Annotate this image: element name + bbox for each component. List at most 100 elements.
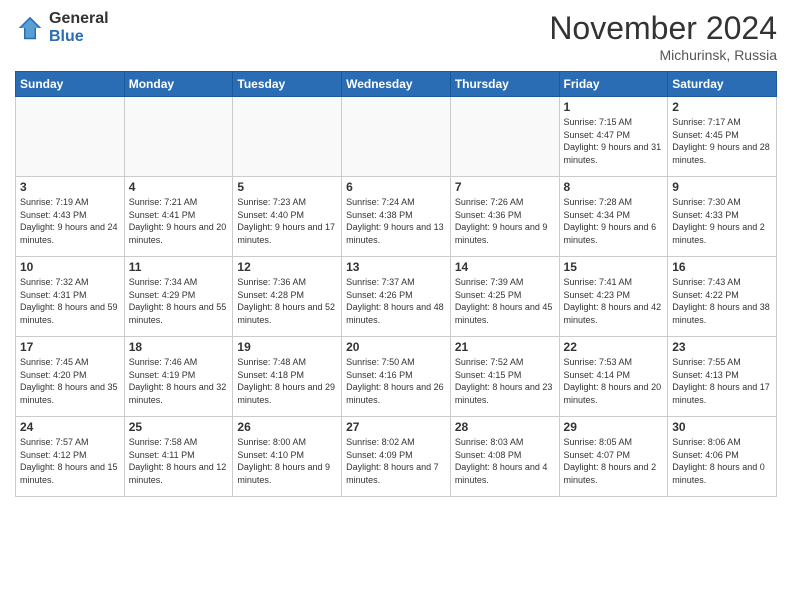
logo-blue: Blue: [49, 28, 109, 46]
header: General Blue November 2024 Michurinsk, R…: [15, 10, 777, 63]
calendar-cell: 8Sunrise: 7:28 AMSunset: 4:34 PMDaylight…: [559, 177, 668, 257]
calendar-cell: 28 Sunrise: 8:03 AMSunset: 4:08 PMDayligh…: [450, 417, 559, 497]
day-number: 23: [672, 340, 772, 354]
calendar-cell: 10Sunrise: 7:32 AMSunset: 4:31 PMDayligh…: [16, 257, 125, 337]
page: General Blue November 2024 Michurinsk, R…: [0, 0, 792, 612]
day-info: Sunrise: 7:39 AMSunset: 4:25 PMDaylight:…: [455, 276, 555, 326]
day-number: 20: [346, 340, 446, 354]
day-number: 10: [20, 260, 120, 274]
calendar-cell: 16 Sunrise: 7:43 AMSunset: 4:22 PMDayligh…: [668, 257, 777, 337]
calendar-cell: 12Sunrise: 7:36 AMSunset: 4:28 PMDayligh…: [233, 257, 342, 337]
calendar-week-row: 10Sunrise: 7:32 AMSunset: 4:31 PMDayligh…: [16, 257, 777, 337]
day-info: Sunrise: 7:43 AMSunset: 4:22 PMDaylight:…: [672, 276, 772, 326]
calendar-cell: 1 Sunrise: 7:15 AMSunset: 4:47 PMDaylight…: [559, 97, 668, 177]
day-info: Sunrise: 7:53 AMSunset: 4:14 PMDaylight:…: [564, 356, 664, 406]
calendar-cell: 25 Sunrise: 7:58 AMSunset: 4:11 PMDayligh…: [124, 417, 233, 497]
calendar-week-row: 1 Sunrise: 7:15 AMSunset: 4:47 PMDaylight…: [16, 97, 777, 177]
calendar-cell: 6 Sunrise: 7:24 AMSunset: 4:38 PMDaylight…: [342, 177, 451, 257]
day-number: 19: [237, 340, 337, 354]
day-info: Sunrise: 7:15 AMSunset: 4:47 PMDaylight:…: [564, 116, 664, 166]
day-number: 4: [129, 180, 229, 194]
calendar-cell: 11 Sunrise: 7:34 AMSunset: 4:29 PMDayligh…: [124, 257, 233, 337]
weekday-header: Monday: [124, 72, 233, 97]
weekday-header: Thursday: [450, 72, 559, 97]
day-number: 18: [129, 340, 229, 354]
day-number: 15: [564, 260, 664, 274]
calendar-cell: 7 Sunrise: 7:26 AMSunset: 4:36 PMDaylight…: [450, 177, 559, 257]
calendar-cell: [450, 97, 559, 177]
day-number: 16: [672, 260, 772, 274]
calendar-cell: 4 Sunrise: 7:21 AMSunset: 4:41 PMDaylight…: [124, 177, 233, 257]
day-info: Sunrise: 7:34 AMSunset: 4:29 PMDaylight:…: [129, 276, 229, 326]
day-info: Sunrise: 7:46 AMSunset: 4:19 PMDaylight:…: [129, 356, 229, 406]
weekday-header: Sunday: [16, 72, 125, 97]
day-number: 29: [564, 420, 664, 434]
calendar-cell: 29Sunrise: 8:05 AMSunset: 4:07 PMDayligh…: [559, 417, 668, 497]
day-number: 26: [237, 420, 337, 434]
calendar-week-row: 17 Sunrise: 7:45 AMSunset: 4:20 PMDayligh…: [16, 337, 777, 417]
day-number: 30: [672, 420, 772, 434]
day-number: 2: [672, 100, 772, 114]
day-info: Sunrise: 7:30 AMSunset: 4:33 PMDaylight:…: [672, 196, 772, 246]
day-info: Sunrise: 7:24 AMSunset: 4:38 PMDaylight:…: [346, 196, 446, 246]
location: Michurinsk, Russia: [549, 47, 777, 63]
day-info: Sunrise: 8:00 AMSunset: 4:10 PMDaylight:…: [237, 436, 337, 486]
day-number: 3: [20, 180, 120, 194]
day-number: 22: [564, 340, 664, 354]
calendar-cell: 19Sunrise: 7:48 AMSunset: 4:18 PMDayligh…: [233, 337, 342, 417]
day-info: Sunrise: 7:52 AMSunset: 4:15 PMDaylight:…: [455, 356, 555, 406]
day-number: 13: [346, 260, 446, 274]
day-info: Sunrise: 8:03 AMSunset: 4:08 PMDaylight:…: [455, 436, 555, 486]
calendar-cell: 21 Sunrise: 7:52 AMSunset: 4:15 PMDayligh…: [450, 337, 559, 417]
calendar-cell: 30 Sunrise: 8:06 AMSunset: 4:06 PMDayligh…: [668, 417, 777, 497]
day-info: Sunrise: 7:21 AMSunset: 4:41 PMDaylight:…: [129, 196, 229, 246]
calendar: SundayMondayTuesdayWednesdayThursdayFrid…: [15, 71, 777, 497]
calendar-cell: 9Sunrise: 7:30 AMSunset: 4:33 PMDaylight…: [668, 177, 777, 257]
calendar-cell: 14Sunrise: 7:39 AMSunset: 4:25 PMDayligh…: [450, 257, 559, 337]
logo-icon: [15, 13, 45, 43]
calendar-cell: 24Sunrise: 7:57 AMSunset: 4:12 PMDayligh…: [16, 417, 125, 497]
weekday-header: Wednesday: [342, 72, 451, 97]
calendar-cell: [233, 97, 342, 177]
weekday-header: Saturday: [668, 72, 777, 97]
day-info: Sunrise: 7:41 AMSunset: 4:23 PMDaylight:…: [564, 276, 664, 326]
day-number: 8: [564, 180, 664, 194]
calendar-cell: [16, 97, 125, 177]
day-info: Sunrise: 7:37 AMSunset: 4:26 PMDaylight:…: [346, 276, 446, 326]
logo-general: General: [49, 10, 109, 28]
calendar-cell: 3 Sunrise: 7:19 AMSunset: 4:43 PMDaylight…: [16, 177, 125, 257]
title-section: November 2024 Michurinsk, Russia: [549, 10, 777, 63]
calendar-cell: 23 Sunrise: 7:55 AMSunset: 4:13 PMDayligh…: [668, 337, 777, 417]
calendar-cell: 22 Sunrise: 7:53 AMSunset: 4:14 PMDayligh…: [559, 337, 668, 417]
day-info: Sunrise: 7:55 AMSunset: 4:13 PMDaylight:…: [672, 356, 772, 406]
day-number: 11: [129, 260, 229, 274]
calendar-cell: 17 Sunrise: 7:45 AMSunset: 4:20 PMDayligh…: [16, 337, 125, 417]
day-info: Sunrise: 7:19 AMSunset: 4:43 PMDaylight:…: [20, 196, 120, 246]
day-number: 28: [455, 420, 555, 434]
day-number: 7: [455, 180, 555, 194]
day-number: 17: [20, 340, 120, 354]
day-info: Sunrise: 7:23 AMSunset: 4:40 PMDaylight:…: [237, 196, 337, 246]
calendar-cell: 20Sunrise: 7:50 AMSunset: 4:16 PMDayligh…: [342, 337, 451, 417]
day-number: 27: [346, 420, 446, 434]
day-info: Sunrise: 8:06 AMSunset: 4:06 PMDaylight:…: [672, 436, 772, 486]
calendar-cell: 18 Sunrise: 7:46 AMSunset: 4:19 PMDayligh…: [124, 337, 233, 417]
day-number: 24: [20, 420, 120, 434]
day-info: Sunrise: 7:26 AMSunset: 4:36 PMDaylight:…: [455, 196, 555, 246]
calendar-week-row: 3 Sunrise: 7:19 AMSunset: 4:43 PMDaylight…: [16, 177, 777, 257]
day-number: 21: [455, 340, 555, 354]
day-number: 5: [237, 180, 337, 194]
day-number: 25: [129, 420, 229, 434]
day-number: 6: [346, 180, 446, 194]
calendar-cell: 5 Sunrise: 7:23 AMSunset: 4:40 PMDaylight…: [233, 177, 342, 257]
day-info: Sunrise: 7:58 AMSunset: 4:11 PMDaylight:…: [129, 436, 229, 486]
calendar-cell: 15 Sunrise: 7:41 AMSunset: 4:23 PMDayligh…: [559, 257, 668, 337]
day-info: Sunrise: 7:45 AMSunset: 4:20 PMDaylight:…: [20, 356, 120, 406]
logo-text: General Blue: [49, 10, 109, 45]
day-number: 12: [237, 260, 337, 274]
day-number: 1: [564, 100, 664, 114]
day-info: Sunrise: 8:02 AMSunset: 4:09 PMDaylight:…: [346, 436, 446, 486]
logo: General Blue: [15, 10, 109, 45]
calendar-week-row: 24Sunrise: 7:57 AMSunset: 4:12 PMDayligh…: [16, 417, 777, 497]
weekday-header-row: SundayMondayTuesdayWednesdayThursdayFrid…: [16, 72, 777, 97]
